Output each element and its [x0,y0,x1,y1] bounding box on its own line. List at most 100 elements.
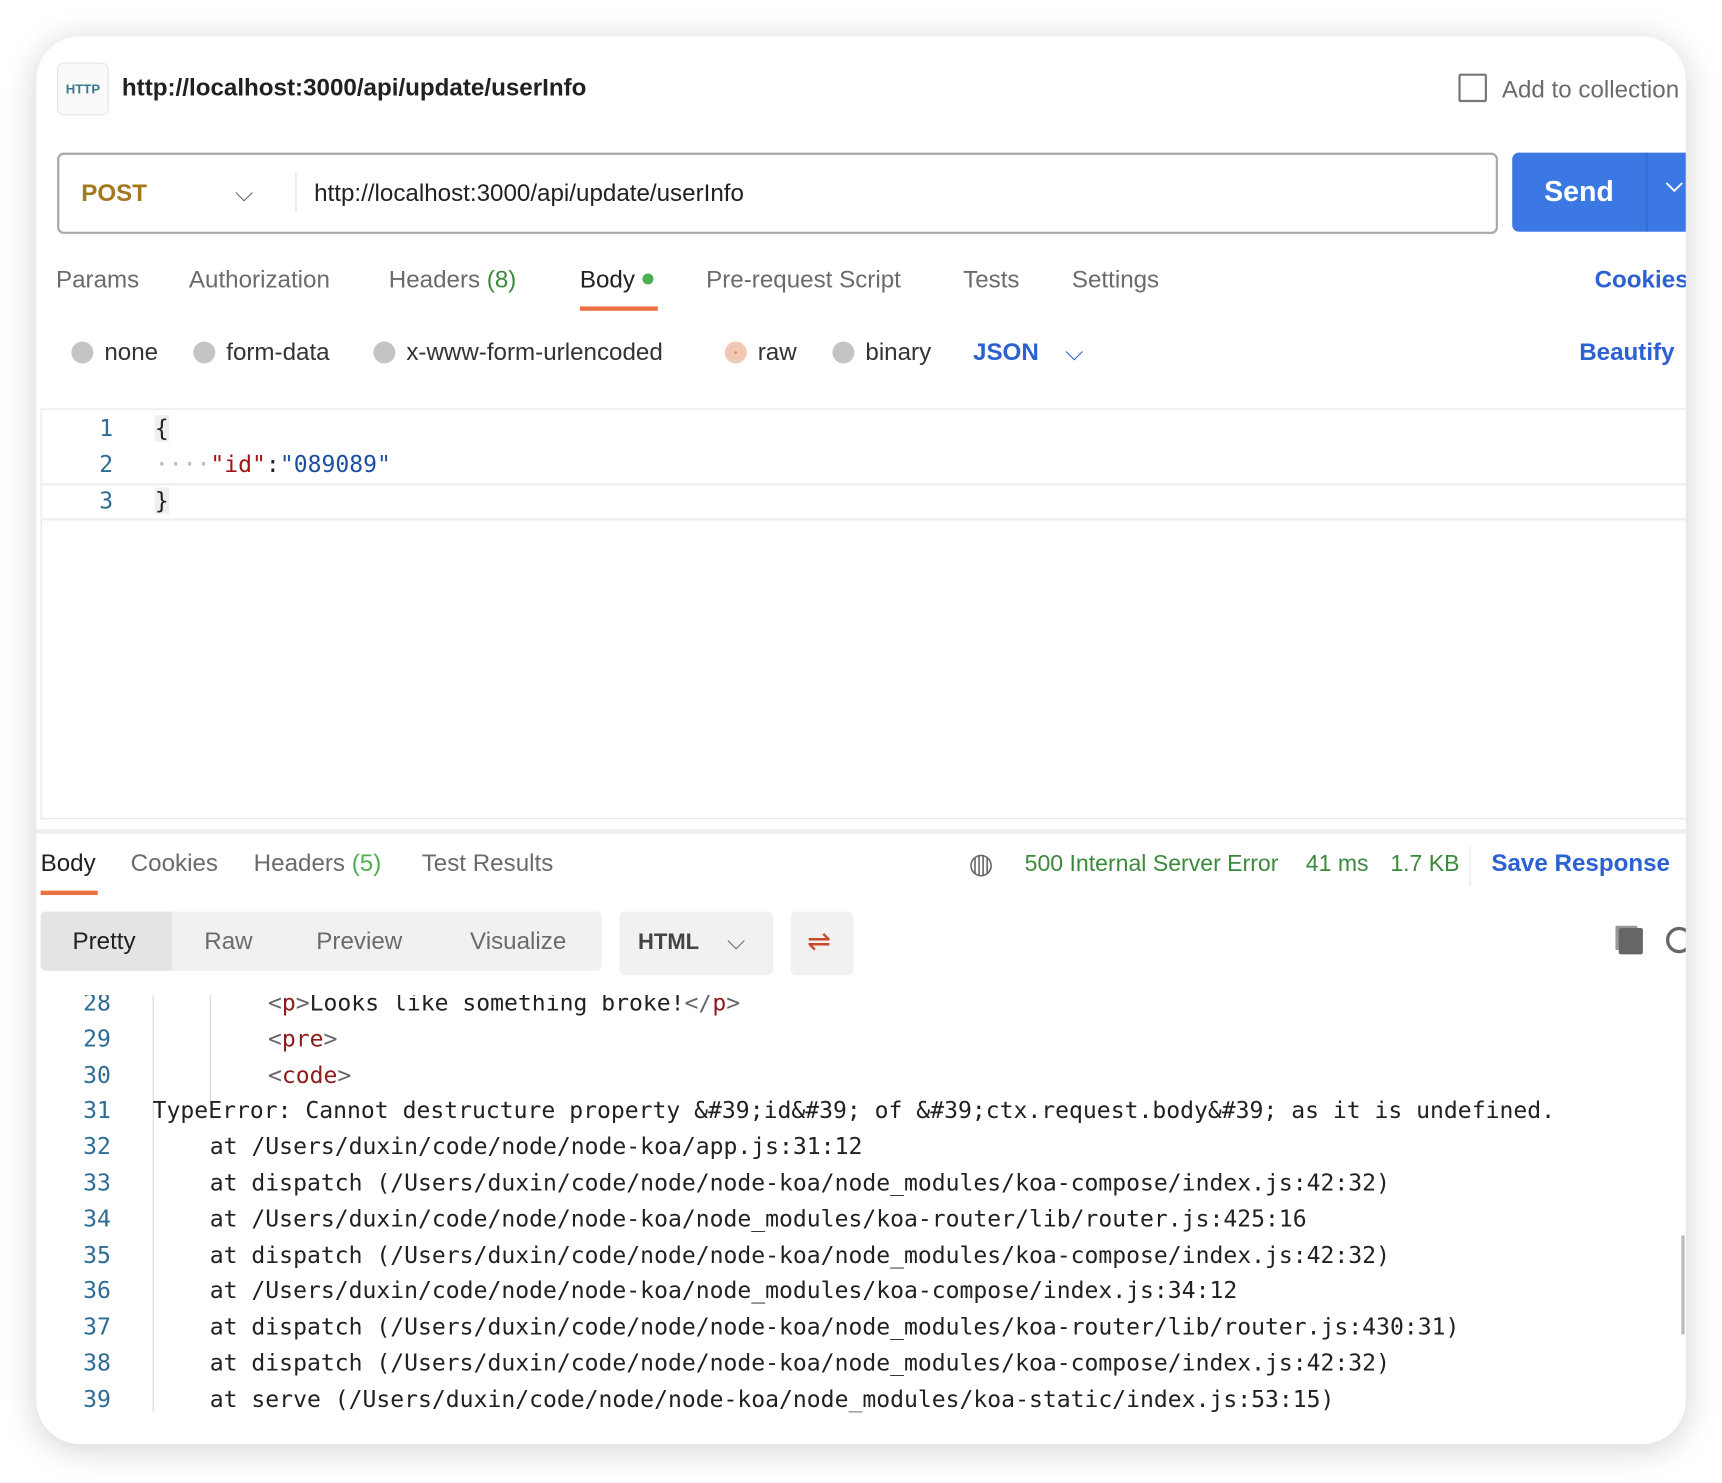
divider [1469,846,1471,887]
line-number: 39 [83,1385,111,1413]
radio-raw[interactable]: raw [724,338,797,367]
beautify-button[interactable]: Beautify [1579,338,1674,367]
response-body[interactable]: 28 <p>Looks like something broke!</p> 29 <p… [41,994,1686,1413]
tab-settings[interactable]: Settings [1072,266,1159,295]
body-editor[interactable]: 1 2 3 { ····"id":"089089" } [40,408,1686,820]
add-to-collection-button[interactable]: Add to collection [1457,73,1680,105]
copy-icon[interactable] [1618,927,1643,955]
radio-icon [373,341,396,364]
format-label: HTML [638,930,700,955]
line-number: 1 [99,415,114,442]
code-line: <pre> [267,1025,338,1052]
code-line: at serve (/Users/duxin/code/node/node-ko… [209,1385,1335,1413]
tab-label: Headers [253,848,346,877]
tab-authorization[interactable]: Authorization [189,266,330,295]
wrap-lines-button[interactable]: ⇌ [790,911,854,976]
view-visualize[interactable]: Visualize [470,927,566,956]
radio-none[interactable]: none [71,338,158,367]
pane-divider[interactable] [36,829,1686,834]
chevron-down-icon: ⌵ [235,179,254,207]
cookies-link[interactable]: Cookies [1595,266,1686,295]
search-icon[interactable] [1665,926,1686,954]
code-line: TypeError: Cannot destructure property &… [152,1097,1555,1124]
json-key: "id" [210,451,266,478]
indent-guide [209,994,211,1105]
request-window: HTTP http://localhost:3000/api/update/us… [36,36,1686,1445]
http-icon: HTTP [57,62,109,116]
collection-add-icon [1457,73,1487,103]
view-raw[interactable]: Raw [204,927,252,956]
format-select[interactable]: JSON ⌵ [973,338,1083,367]
radio-label: x-www-form-urlencoded [406,338,663,366]
globe-icon[interactable]: ◍ [969,847,994,881]
code-line: at dispatch (/Users/duxin/code/node/node… [209,1241,1390,1268]
line-number: 29 [83,1025,111,1052]
wrap-icon: ⇌ [807,924,832,958]
code-line: at /Users/duxin/code/node/node-koa/node_… [209,1205,1307,1232]
line-number: 32 [83,1133,111,1160]
divider [295,172,297,212]
radio-binary[interactable]: binary [832,338,931,367]
radio-urlencoded[interactable]: x-www-form-urlencoded [373,338,663,367]
chevron-down-icon: ⌵ [727,926,746,955]
line-number: 38 [83,1349,111,1377]
radio-icon [193,341,216,364]
response-tab-body[interactable]: Body [41,849,96,878]
tab-params[interactable]: Params [56,266,139,295]
headers-count: (8) [486,265,517,294]
url-input[interactable]: http://localhost:3000/api/update/userInf… [314,179,744,208]
response-tab-cookies[interactable]: Cookies [131,849,218,878]
tab-headers[interactable]: Headers (8) [389,266,517,295]
indent-guide [152,994,154,1413]
request-title[interactable]: http://localhost:3000/api/update/userInf… [122,74,586,103]
code-line: <code> [267,1061,352,1088]
json-colon: : [265,451,280,478]
code-line: <p>Looks like something broke!</p> [267,994,741,1016]
add-to-collection-label: Add to collection [1501,75,1680,104]
active-line-highlight [41,483,1686,521]
line-number: 33 [83,1169,111,1196]
send-button[interactable]: Send ⌵ [1512,152,1686,232]
chevron-down-icon[interactable]: ⌵ [1666,172,1683,197]
method-select[interactable]: POST ⌵ [81,179,253,208]
active-tab-underline [579,306,658,311]
radio-form-data[interactable]: form-data [193,338,330,367]
whitespace-dots: ···· [154,451,211,478]
send-label: Send [1544,174,1614,208]
view-pretty[interactable]: Pretty [72,927,135,956]
tab-pre-request-script[interactable]: Pre-request Script [706,266,901,295]
code-line: at /Users/duxin/code/node/node-koa/node_… [209,1277,1238,1304]
json-value: "089089" [279,451,391,478]
response-size[interactable]: 1.7 KB [1390,851,1459,877]
view-mode-segmented: Pretty Raw Preview Visualize [40,911,602,971]
divider [1646,152,1648,232]
save-response-button[interactable]: Save Response [1491,849,1670,878]
headers-count: (5) [351,848,382,877]
view-preview[interactable]: Preview [316,927,402,956]
response-format-select[interactable]: HTML ⌵ [619,911,774,976]
response-tab-test-results[interactable]: Test Results [422,849,554,878]
line-number: 37 [83,1313,111,1341]
tab-tests[interactable]: Tests [963,266,1019,295]
code-line: ····"id":"089089" [155,451,391,477]
line-number: 28 [83,994,111,1016]
radio-label: none [104,338,159,366]
line-number: 34 [83,1205,111,1232]
modified-dot-icon [642,273,654,285]
response-tab-headers[interactable]: Headers (5) [254,849,382,878]
code-line: { [154,415,169,442]
radio-label: form-data [226,338,330,366]
response-time[interactable]: 41 ms [1306,851,1369,877]
format-label: JSON [973,338,1039,366]
line-number: 2 [99,451,114,478]
tab-body[interactable]: Body [580,266,654,295]
tab-label: Headers [388,265,481,294]
active-tab-underline [40,890,98,896]
line-number: 31 [83,1097,111,1124]
scrollbar[interactable] [1681,1235,1685,1335]
line-number: 30 [83,1061,111,1088]
code-line: at dispatch (/Users/duxin/code/node/node… [209,1313,1460,1341]
line-number: 3 [99,487,114,514]
code-line: } [154,487,169,514]
status-code[interactable]: 500 Internal Server Error [1025,851,1279,877]
